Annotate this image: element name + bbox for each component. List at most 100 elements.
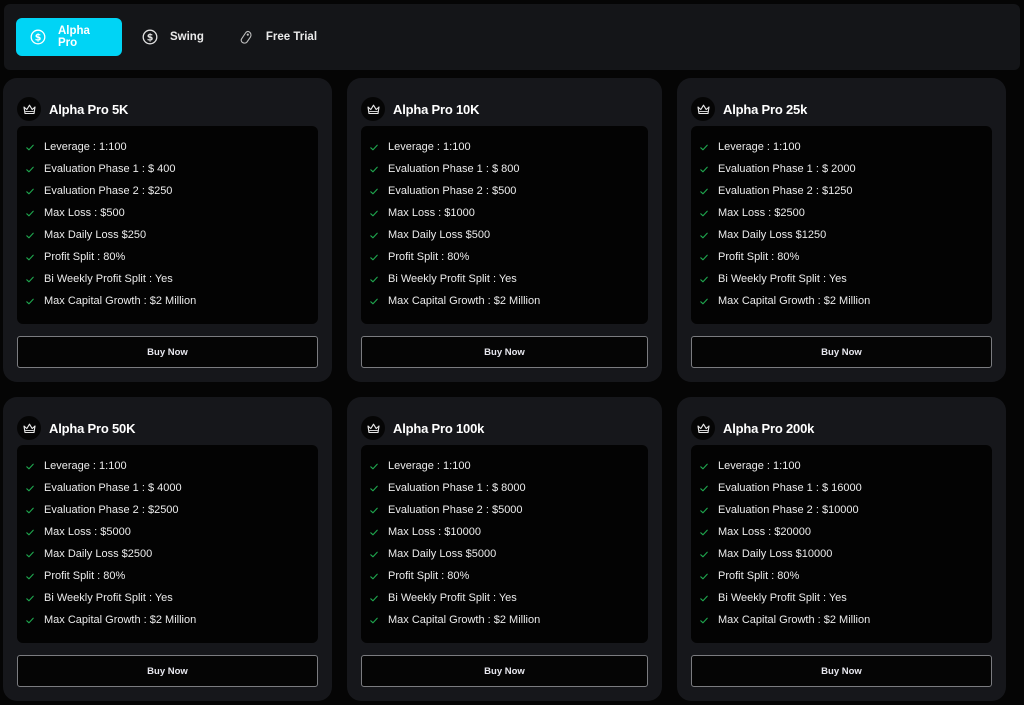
feature-item: Max Loss : $1000 [369, 202, 648, 224]
feature-item: Max Daily Loss $500 [369, 224, 648, 246]
feature-item: Evaluation Phase 1 : $ 4000 [25, 477, 318, 499]
feature-item: Profit Split : 80% [699, 246, 992, 268]
feature-text: Leverage : 1:100 [44, 460, 127, 472]
feature-text: Max Capital Growth : $2 Million [388, 295, 541, 307]
plan-card-alpha-pro-200k: Alpha Pro 200k Leverage : 1:100 Evaluati… [677, 397, 1006, 701]
dollar-circle-icon: $ [142, 29, 158, 45]
check-icon [699, 461, 709, 471]
check-icon [25, 549, 35, 559]
check-icon [369, 186, 379, 196]
feature-item: Bi Weekly Profit Split : Yes [369, 268, 648, 290]
buy-now-button[interactable]: Buy Now [17, 336, 318, 368]
feature-item: Max Capital Growth : $2 Million [369, 290, 648, 312]
check-icon [369, 208, 379, 218]
feature-text: Bi Weekly Profit Split : Yes [388, 592, 517, 604]
feature-text: Max Daily Loss $2500 [44, 548, 153, 560]
feature-item: Leverage : 1:100 [369, 136, 648, 158]
plan-card-header: Alpha Pro 200k [691, 411, 992, 445]
check-icon [699, 505, 709, 515]
feature-text: Evaluation Phase 1 : $ 8000 [388, 482, 526, 494]
feature-item: Evaluation Phase 1 : $ 8000 [369, 477, 648, 499]
feature-text: Profit Split : 80% [718, 251, 800, 263]
feature-text: Bi Weekly Profit Split : Yes [718, 592, 847, 604]
feature-text: Leverage : 1:100 [718, 141, 801, 153]
tag-icon [238, 29, 254, 45]
check-icon [369, 549, 379, 559]
feature-text: Bi Weekly Profit Split : Yes [388, 273, 517, 285]
feature-item: Max Capital Growth : $2 Million [369, 609, 648, 631]
feature-list: Leverage : 1:100 Evaluation Phase 1 : $ … [361, 126, 648, 324]
feature-text: Profit Split : 80% [718, 570, 800, 582]
feature-item: Bi Weekly Profit Split : Yes [699, 268, 992, 290]
buy-now-button[interactable]: Buy Now [691, 655, 992, 687]
feature-text: Leverage : 1:100 [388, 460, 471, 472]
check-icon [699, 615, 709, 625]
feature-item: Profit Split : 80% [25, 246, 318, 268]
feature-item: Max Daily Loss $250 [25, 224, 318, 246]
feature-item: Evaluation Phase 2 : $500 [369, 180, 648, 202]
plan-title: Alpha Pro 100k [393, 420, 485, 436]
feature-text: Max Loss : $5000 [44, 526, 131, 538]
feature-text: Bi Weekly Profit Split : Yes [44, 273, 173, 285]
feature-text: Leverage : 1:100 [44, 141, 127, 153]
feature-item: Max Loss : $5000 [25, 521, 318, 543]
feature-text: Profit Split : 80% [44, 251, 126, 263]
check-icon [25, 593, 35, 603]
plan-card-alpha-pro-100k: Alpha Pro 100k Leverage : 1:100 Evaluati… [347, 397, 662, 701]
buy-now-button[interactable]: Buy Now [361, 336, 648, 368]
tab-free-trial[interactable]: Free Trial [224, 18, 331, 56]
buy-now-button[interactable]: Buy Now [361, 655, 648, 687]
tab-swing[interactable]: $ Swing [128, 18, 218, 56]
check-icon [25, 208, 35, 218]
feature-text: Leverage : 1:100 [388, 141, 471, 153]
feature-text: Evaluation Phase 2 : $250 [44, 185, 173, 197]
feature-text: Profit Split : 80% [44, 570, 126, 582]
crown-icon [361, 416, 385, 440]
check-icon [369, 593, 379, 603]
plan-card-alpha-pro-50k: Alpha Pro 50K Leverage : 1:100 Evaluatio… [3, 397, 332, 701]
check-icon [699, 142, 709, 152]
feature-item: Max Daily Loss $2500 [25, 543, 318, 565]
crown-icon [691, 97, 715, 121]
plan-card-header: Alpha Pro 100k [361, 411, 648, 445]
feature-item: Leverage : 1:100 [25, 455, 318, 477]
tab-alpha-pro[interactable]: $ Alpha Pro [16, 18, 122, 56]
feature-item: Max Loss : $500 [25, 202, 318, 224]
feature-text: Evaluation Phase 1 : $ 2000 [718, 163, 856, 175]
buy-now-button[interactable]: Buy Now [691, 336, 992, 368]
svg-text:$: $ [35, 32, 42, 43]
check-icon [699, 164, 709, 174]
tab-label: Free Trial [265, 31, 318, 43]
plan-card-header: Alpha Pro 25k [691, 92, 992, 126]
feature-item: Bi Weekly Profit Split : Yes [25, 587, 318, 609]
feature-item: Leverage : 1:100 [369, 455, 648, 477]
check-icon [369, 571, 379, 581]
feature-text: Max Daily Loss $500 [388, 229, 491, 241]
feature-item: Evaluation Phase 1 : $ 800 [369, 158, 648, 180]
feature-item: Profit Split : 80% [25, 565, 318, 587]
plan-card-alpha-pro-10k: Alpha Pro 10K Leverage : 1:100 Evaluatio… [347, 78, 662, 382]
feature-text: Max Daily Loss $5000 [388, 548, 497, 560]
check-icon [25, 296, 35, 306]
feature-text: Max Loss : $10000 [388, 526, 481, 538]
check-icon [699, 186, 709, 196]
feature-text: Leverage : 1:100 [718, 460, 801, 472]
feature-text: Profit Split : 80% [388, 251, 470, 263]
check-icon [369, 615, 379, 625]
buy-now-button[interactable]: Buy Now [17, 655, 318, 687]
feature-item: Leverage : 1:100 [25, 136, 318, 158]
check-icon [25, 230, 35, 240]
feature-text: Evaluation Phase 1 : $ 800 [388, 163, 520, 175]
check-icon [369, 164, 379, 174]
plan-type-tabbar: $ Alpha Pro $ Swing Free Trial [4, 4, 1020, 70]
crown-icon [691, 416, 715, 440]
feature-item: Evaluation Phase 2 : $2500 [25, 499, 318, 521]
feature-list: Leverage : 1:100 Evaluation Phase 1 : $ … [17, 445, 318, 643]
check-icon [699, 230, 709, 240]
check-icon [369, 230, 379, 240]
feature-item: Evaluation Phase 2 : $10000 [699, 499, 992, 521]
feature-item: Max Daily Loss $1250 [699, 224, 992, 246]
feature-text: Evaluation Phase 2 : $5000 [388, 504, 523, 516]
svg-text:$: $ [147, 32, 154, 43]
check-icon [25, 252, 35, 262]
